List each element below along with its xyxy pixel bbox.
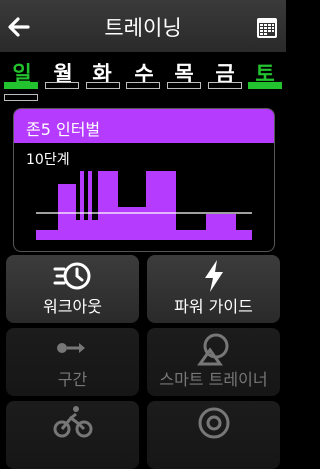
day-indicator-thu [167, 82, 201, 89]
profile-step-12 [206, 214, 236, 240]
day-indicator-fri [208, 82, 242, 89]
segments-label: 구간 [57, 370, 88, 389]
profile-step-2 [58, 184, 76, 240]
smart-trainer-tile[interactable]: 스마트 트레이너 [147, 328, 280, 396]
workout-tile[interactable]: 워크아웃 [6, 255, 139, 323]
profile-step-6 [88, 171, 92, 240]
lightning-bolt-icon [204, 260, 223, 292]
day-indicator-wed [126, 82, 160, 89]
target-tile[interactable] [147, 401, 280, 469]
page-title: 트레이닝 [104, 16, 182, 40]
day-indicator-sun [4, 82, 38, 89]
cyclist-icon [53, 406, 92, 438]
profile-step-8 [98, 171, 118, 240]
profile-step-13 [236, 230, 252, 240]
week-day-row: 일 월 화 수 목 금 토 [0, 52, 286, 104]
calendar-icon[interactable] [256, 15, 278, 39]
workout-label: 워크아웃 [43, 297, 102, 316]
profile-step-1 [36, 230, 58, 240]
smart-trainer-label: 스마트 트레이너 [159, 370, 268, 389]
profile-step-4 [80, 171, 84, 240]
power-guide-tile[interactable]: 파워 가이드 [147, 255, 280, 323]
cycling-tile[interactable] [6, 401, 139, 469]
day-indicator-tue [86, 82, 120, 89]
profile-step-5 [84, 220, 88, 240]
power-guide-label: 파워 가이드 [174, 297, 253, 316]
profile-step-3 [76, 220, 80, 240]
workout-title: 존5 인터벌 [26, 120, 101, 139]
segment-arrow-icon [56, 343, 85, 353]
profile-step-11 [176, 230, 206, 240]
stopwatch-icon [53, 262, 90, 290]
step-count-label: 10단계 [26, 152, 70, 168]
profile-step-9 [118, 207, 146, 240]
segments-tile[interactable]: 구간 [6, 328, 139, 396]
day-indicator-sun-second [4, 94, 38, 101]
workout-profile-chart [36, 171, 252, 240]
day-indicator-mon [45, 82, 79, 89]
profile-step-10 [146, 171, 176, 240]
workout-card[interactable]: 존5 인터벌 10단계 [13, 108, 275, 252]
workout-card-header: 존5 인터벌 [14, 109, 274, 143]
profile-step-7 [92, 220, 98, 240]
day-indicator-sat [248, 82, 282, 89]
header-bar: 트레이닝 [0, 0, 286, 52]
target-icon [198, 407, 229, 439]
smart-trainer-icon [196, 333, 228, 366]
